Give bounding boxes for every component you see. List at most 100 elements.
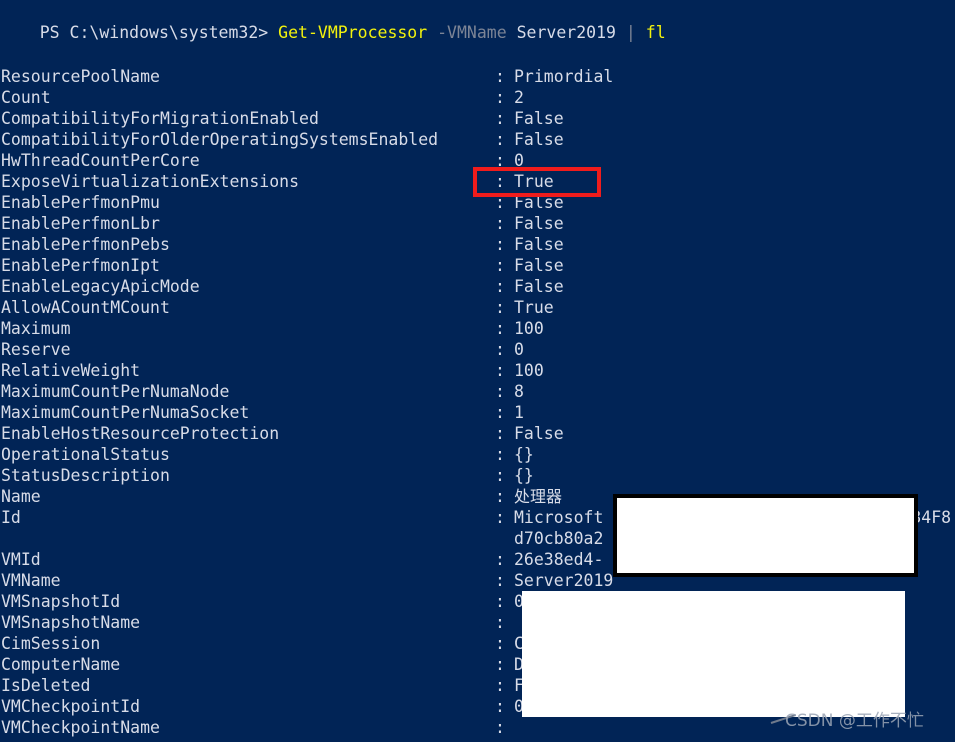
property-row: EnablePerfmonPebs: False bbox=[0, 234, 955, 255]
property-value: 0 bbox=[514, 151, 524, 170]
property-separator: : bbox=[495, 697, 505, 716]
property-row: AllowACountMCount: True bbox=[0, 297, 955, 318]
property-key: EnablePerfmonPebs bbox=[1, 235, 170, 254]
property-value: False bbox=[514, 235, 564, 254]
property-value: d70cb80a2 bbox=[514, 529, 604, 548]
property-key: EnablePerfmonIpt bbox=[1, 256, 160, 275]
property-key: VMSnapshotId bbox=[1, 592, 121, 611]
command-name: Get-VMProcessor bbox=[278, 23, 428, 42]
property-row: Reserve:0 bbox=[0, 339, 955, 360]
property-key: Maximum bbox=[1, 319, 71, 338]
property-separator: : bbox=[495, 592, 505, 611]
property-value: False bbox=[514, 256, 564, 275]
property-value: False bbox=[514, 193, 564, 212]
property-value: 8 bbox=[514, 382, 524, 401]
property-key: StatusDescription bbox=[1, 466, 170, 485]
property-key: MaximumCountPerNumaNode bbox=[1, 382, 230, 401]
command-parameter: -VMName bbox=[437, 23, 507, 42]
property-value: Server2019 bbox=[514, 571, 614, 590]
property-row: CompatibilityForOlderOperatingSystemsEna… bbox=[0, 129, 955, 150]
property-separator: : bbox=[495, 109, 505, 128]
space-4 bbox=[636, 23, 646, 42]
pipe-operator: | bbox=[625, 23, 636, 42]
property-value: 100 bbox=[514, 319, 544, 338]
property-key: EnableHostResourceProtection bbox=[1, 424, 280, 443]
property-key: RelativeWeight bbox=[1, 361, 141, 380]
property-value: 2 bbox=[514, 88, 524, 107]
property-key: VMCheckpointName bbox=[1, 718, 160, 737]
property-separator: : bbox=[495, 403, 505, 422]
prompt-path: PS C:\windows\system32> bbox=[39, 23, 279, 42]
property-separator: : bbox=[495, 550, 505, 569]
property-separator: : bbox=[495, 634, 505, 653]
property-key: Count bbox=[1, 88, 51, 107]
property-separator: : bbox=[495, 508, 505, 527]
property-row: EnablePerfmonLbr: False bbox=[0, 213, 955, 234]
property-row: StatusDescription: {} bbox=[0, 465, 955, 486]
property-key: EnablePerfmonLbr bbox=[1, 214, 160, 233]
property-row: OperationalStatus: {} bbox=[0, 444, 955, 465]
property-separator: : bbox=[495, 130, 505, 149]
property-row: EnablePerfmonIpt: False bbox=[0, 255, 955, 276]
property-separator: : bbox=[495, 172, 505, 191]
property-key: ExposeVirtualizationExtensions bbox=[1, 172, 300, 191]
property-value: 0 bbox=[514, 340, 524, 359]
property-separator: : bbox=[495, 382, 505, 401]
property-value: False bbox=[514, 109, 564, 128]
property-row: MaximumCountPerNumaSocket:1 bbox=[0, 402, 955, 423]
property-key: EnablePerfmonPmu bbox=[1, 193, 160, 212]
property-separator: : bbox=[495, 655, 505, 674]
property-separator: : bbox=[495, 235, 505, 254]
space-3 bbox=[616, 23, 626, 42]
property-separator: : bbox=[495, 256, 505, 275]
command-prompt-line[interactable]: PS C:\windows\system32> Get-VMProcessor … bbox=[0, 1, 666, 42]
property-separator: : bbox=[495, 718, 505, 737]
property-key: VMName bbox=[1, 571, 61, 590]
property-row: Maximum:100 bbox=[0, 318, 955, 339]
property-key: HwThreadCountPerCore bbox=[1, 151, 200, 170]
property-row: RelativeWeight:100 bbox=[0, 360, 955, 381]
property-separator: : bbox=[495, 340, 505, 359]
powershell-terminal[interactable]: PS C:\windows\system32> Get-VMProcessor … bbox=[0, 0, 955, 742]
format-cmdlet: fl bbox=[645, 23, 666, 42]
property-value: 1 bbox=[514, 403, 524, 422]
property-row: EnableLegacyApicMode: False bbox=[0, 276, 955, 297]
property-key: Reserve bbox=[1, 340, 71, 359]
property-value: {} bbox=[514, 445, 534, 464]
property-separator: : bbox=[495, 193, 505, 212]
property-separator: : bbox=[495, 571, 505, 590]
vm-details-redaction-box bbox=[522, 591, 905, 717]
property-separator: : bbox=[495, 424, 505, 443]
property-key: Id bbox=[1, 508, 21, 527]
property-key: MaximumCountPerNumaSocket bbox=[1, 403, 250, 422]
property-separator: : bbox=[495, 613, 505, 632]
property-row: EnableHostResourceProtection: False bbox=[0, 423, 955, 444]
property-value: 处理器 bbox=[514, 487, 563, 506]
property-key: VMId bbox=[1, 550, 41, 569]
property-key: OperationalStatus bbox=[1, 445, 170, 464]
property-value: True bbox=[514, 298, 554, 317]
property-separator: : bbox=[495, 67, 505, 86]
property-row: HwThreadCountPerCore:0 bbox=[0, 150, 955, 171]
property-row: EnablePerfmonPmu: False bbox=[0, 192, 955, 213]
property-key: CompatibilityForOlderOperatingSystemsEna… bbox=[1, 130, 439, 149]
property-value: Primordial bbox=[514, 67, 614, 86]
property-row: ExposeVirtualizationExtensions: True bbox=[0, 171, 955, 192]
property-separator: : bbox=[495, 298, 505, 317]
property-row: MaximumCountPerNumaNode:8 bbox=[0, 381, 955, 402]
property-value: False bbox=[514, 130, 564, 149]
property-row: CompatibilityForMigrationEnabled: False bbox=[0, 108, 955, 129]
property-separator: : bbox=[495, 88, 505, 107]
property-value: False bbox=[514, 214, 564, 233]
property-key: VMSnapshotName bbox=[1, 613, 141, 632]
property-row: ResourcePoolName: Primordial bbox=[0, 66, 955, 87]
property-key: CimSession bbox=[1, 634, 101, 653]
property-value: False bbox=[514, 424, 564, 443]
property-separator: : bbox=[495, 277, 505, 296]
property-separator: : bbox=[495, 319, 505, 338]
property-separator: : bbox=[495, 466, 505, 485]
property-separator: : bbox=[495, 676, 505, 695]
property-value: 100 bbox=[514, 361, 544, 380]
property-key: ComputerName bbox=[1, 655, 121, 674]
space-1 bbox=[427, 23, 437, 42]
